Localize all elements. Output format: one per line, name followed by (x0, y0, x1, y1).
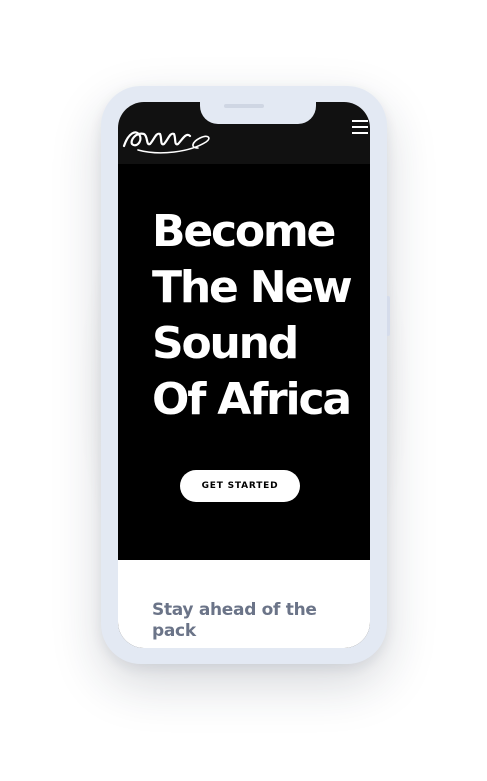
phone-screen: Become The New Sound Of Africa GET START… (118, 102, 370, 648)
mockup-stage: Become The New Sound Of Africa GET START… (0, 0, 487, 781)
phone-side-button (387, 296, 390, 336)
section-title: Stay ahead of the pack (152, 600, 317, 641)
hero-title-line: The New (152, 262, 353, 313)
get-started-button[interactable]: GET STARTED (180, 470, 300, 502)
speaker-grille (224, 104, 264, 108)
phone-notch (200, 98, 316, 124)
hero-title: Become The New Sound Of Africa (152, 204, 370, 428)
logo-icon[interactable] (120, 116, 214, 156)
menu-bar (352, 126, 368, 128)
hero-title-line: Of Africa (152, 374, 352, 425)
menu-bar (352, 120, 368, 122)
hero-title-line: Become (152, 206, 336, 257)
content-section: Stay ahead of the pack (118, 560, 370, 648)
hero-title-line: Sound (152, 318, 299, 369)
hamburger-menu-icon[interactable] (352, 120, 368, 136)
menu-bar (352, 132, 368, 134)
